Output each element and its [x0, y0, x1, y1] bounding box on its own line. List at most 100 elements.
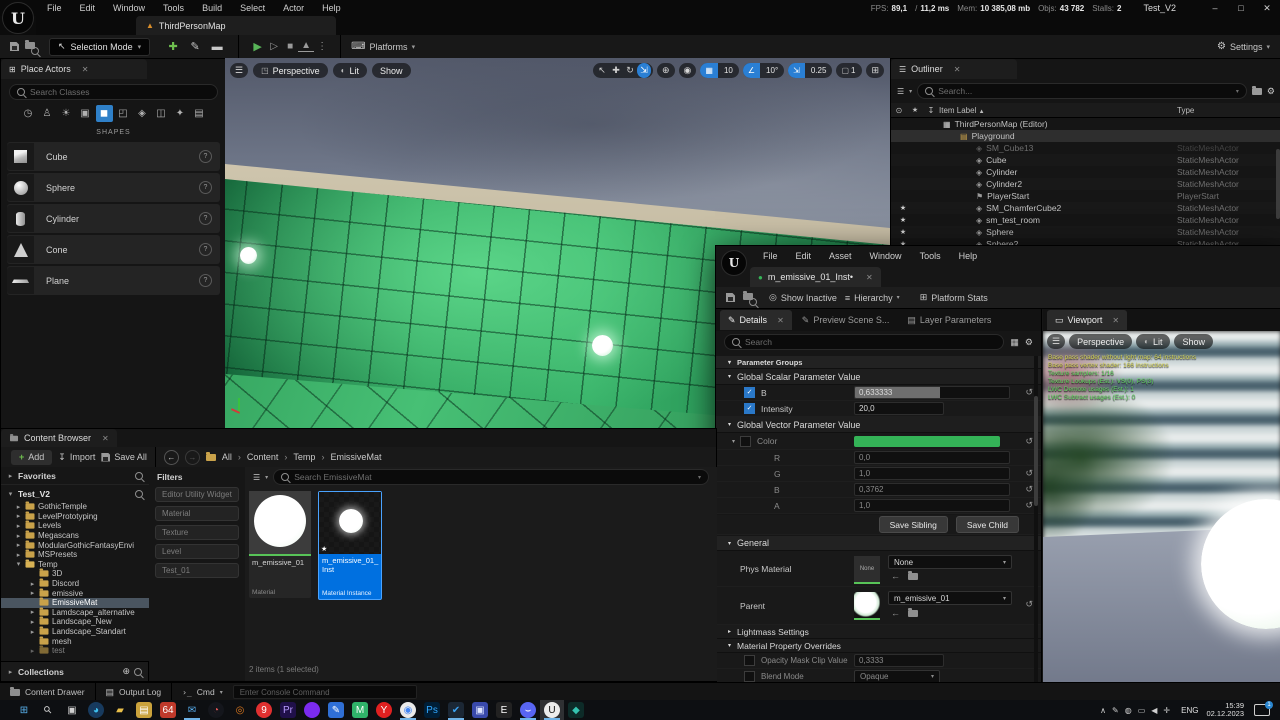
play-button[interactable]: ▶ [249, 40, 266, 53]
outliner-row[interactable]: ◈ SM_Cube13 StaticMeshActor [891, 142, 1280, 154]
reset-icon[interactable]: ↺ [1025, 599, 1033, 610]
browse-to-icon[interactable] [908, 610, 918, 617]
folder-tree-item[interactable]: ▸ GothicTemple [1, 502, 149, 512]
place-actor-item[interactable]: Cube ? [7, 142, 220, 171]
tab-viewport[interactable]: ▭Viewport✕ [1047, 310, 1127, 330]
eye-icon[interactable]: ⊙ [891, 106, 907, 115]
maximize-viewport-button[interactable]: ⊞ [866, 63, 884, 78]
parent-dropdown[interactable]: m_emissive_01▾ [888, 591, 1012, 605]
help-icon[interactable]: ? [199, 181, 212, 194]
outliner-row[interactable]: ⚑ PlayerStart PlayerStart [891, 190, 1280, 202]
output-log-button[interactable]: ▤Output Log [96, 687, 172, 698]
save-icon[interactable] [10, 42, 19, 51]
folder-tree-item[interactable]: ▸ Megascans [1, 531, 149, 541]
filter-pill[interactable]: Editor Utility Widget [155, 487, 239, 502]
clock[interactable]: 15:3902.12.2023 [1206, 702, 1244, 718]
file-explorer-app[interactable]: ▰ [108, 700, 132, 720]
chrome-app[interactable]: ◉ [396, 700, 420, 720]
reset-icon[interactable]: ↺ [1025, 484, 1033, 495]
star-icon[interactable]: ★ [907, 106, 923, 114]
shapes[interactable]: ◼ [96, 105, 113, 122]
folder-tree-item[interactable]: ▸ LevelPrototyping [1, 512, 149, 522]
save-child-button[interactable]: Save Child [956, 516, 1019, 533]
emissive-sphere[interactable] [592, 335, 613, 356]
favorites-section[interactable]: ▸ Favorites [1, 467, 149, 485]
folder-tree-item[interactable]: mesh [1, 636, 149, 646]
breadcrumb-item[interactable]: EmissiveMat [330, 452, 381, 462]
folder-tree-item[interactable]: ▸ Lamdscape_alternative [1, 608, 149, 618]
use-selected-icon[interactable]: ← [891, 571, 900, 581]
platforms-dropdown[interactable]: Platforms [370, 42, 408, 52]
pen-app[interactable]: ✎ [324, 700, 348, 720]
a-value-input[interactable]: 1,0 [854, 499, 1010, 512]
b-value-slider[interactable]: 0,633333 [854, 386, 1010, 399]
filter-pill[interactable]: Test_01 [155, 563, 239, 578]
place-actor-item[interactable]: Sphere ? [7, 173, 220, 202]
blueprints-button[interactable]: ✎ [184, 40, 206, 53]
asset-search-input[interactable]: Search EmissiveMat ▾ [273, 469, 709, 485]
volumes[interactable]: ◫ [153, 105, 170, 122]
pin-icon[interactable]: ↧ [923, 106, 939, 115]
unreal-editor-app[interactable]: U [540, 700, 564, 720]
camera-speed-control[interactable]: ▢1 [836, 63, 862, 78]
import-button[interactable]: ↧Import [58, 452, 95, 463]
menu-item[interactable]: Build [193, 1, 231, 15]
place-actor-item[interactable]: Cylinder ? [7, 204, 220, 233]
close-icon[interactable]: ✕ [102, 434, 109, 443]
yandex-browser-app[interactable]: Y [372, 700, 396, 720]
menu-item[interactable]: Tools [911, 249, 950, 263]
section-global-vector[interactable]: ▾Global Vector Parameter Value [716, 417, 1041, 433]
volume-tray-icon[interactable]: ◀ [1151, 706, 1157, 715]
ring-app[interactable]: ◎ [228, 700, 252, 720]
eject-button[interactable]: ▲ [298, 41, 314, 52]
asset-tile-selected[interactable]: ★ m_emissive_01_Inst Material Instance [318, 491, 382, 600]
mic-tray-icon[interactable]: ◍ [1125, 706, 1132, 715]
close-icon[interactable]: ✕ [866, 273, 873, 282]
console-command-input[interactable]: Enter Console Command [233, 685, 417, 699]
add-actor-button[interactable]: ✚ [162, 40, 184, 53]
surface-snap-toggle[interactable]: ◉ [679, 63, 697, 78]
edge-app[interactable]: ◕ [84, 700, 108, 720]
menu-item[interactable]: Tools [154, 1, 193, 15]
cinematic[interactable]: ▣ [77, 105, 94, 122]
help-icon[interactable]: ? [199, 274, 212, 287]
add-collection-icon[interactable]: ⊕ [122, 666, 130, 677]
checkbox-opacity[interactable] [744, 655, 755, 666]
medium-app[interactable]: M [348, 700, 372, 720]
lit-dropdown[interactable]: ◐Lit [333, 63, 367, 78]
world-space-toggle[interactable]: ⊕ [657, 63, 675, 78]
close-icon[interactable]: ✕ [954, 65, 961, 74]
search-icon[interactable] [135, 490, 143, 498]
frame-skip-button[interactable]: ▷ [266, 41, 282, 52]
purple-circle-app[interactable] [300, 700, 324, 720]
r-value-input[interactable]: 0,0 [854, 451, 1010, 464]
filter-icon[interactable]: ☰ [897, 87, 904, 96]
save-sibling-button[interactable]: Save Sibling [879, 516, 948, 533]
outliner-row[interactable]: ◈ Cylinder2 StaticMeshActor [891, 178, 1280, 190]
reset-icon[interactable]: ↺ [1025, 500, 1033, 511]
back-button[interactable]: ← [164, 450, 179, 465]
outliner-row[interactable]: ◈ Cylinder StaticMeshActor [891, 166, 1280, 178]
tab-thirdpersonmap[interactable]: ▲ ThirdPersonMap [136, 16, 336, 35]
checkbox-color[interactable] [740, 436, 751, 447]
emissive-sphere[interactable] [240, 247, 257, 264]
teal-cube-app[interactable]: ◆ [564, 700, 588, 720]
outliner-row[interactable]: ★ ◈ Sphere StaticMeshActor [891, 226, 1280, 238]
section-general[interactable]: ▾General [716, 536, 1041, 551]
gear-icon[interactable]: ⚙ [1025, 337, 1033, 348]
breadcrumb-item[interactable]: Content [247, 452, 279, 462]
type-column[interactable]: Type [1177, 106, 1280, 115]
item-label-column[interactable]: Item Label ▲ [939, 106, 1177, 115]
checkbox-blend[interactable] [744, 671, 755, 682]
perspective-dropdown[interactable]: Perspective [1069, 334, 1132, 349]
play-options-icon[interactable]: ⋮ [314, 41, 330, 52]
gamepad-tray-icon[interactable]: ✛ [1163, 706, 1170, 715]
viewport-menu-icon[interactable]: ☰ [1047, 334, 1065, 349]
blueprints[interactable]: ▤ [191, 105, 208, 122]
phys-material-thumbnail[interactable]: None [854, 556, 880, 584]
task-view-button[interactable]: ▣ [60, 700, 84, 720]
stop-button[interactable]: ■ [282, 41, 298, 52]
tab-content-browser[interactable]: Content Browser ✕ [1, 429, 117, 447]
caret-down-icon[interactable]: ▾ [732, 438, 735, 445]
check-app[interactable]: ✔ [444, 700, 468, 720]
